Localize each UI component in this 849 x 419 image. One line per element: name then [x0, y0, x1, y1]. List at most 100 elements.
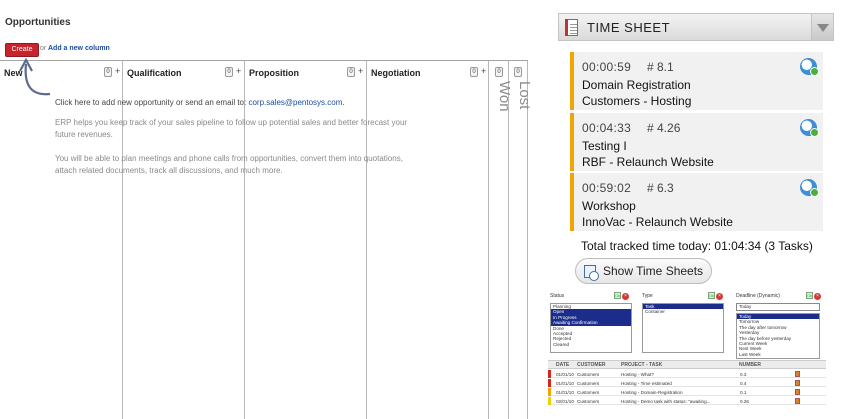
report-icon[interactable]: [795, 380, 800, 386]
help-text-line: Click here to add new opportunity or sen…: [55, 98, 249, 107]
priority-flag: [548, 397, 551, 405]
page-title: Opportunities: [5, 17, 71, 28]
row-number: 0.4: [740, 381, 747, 386]
opportunities-board: Opportunities Create or Add a new column…: [0, 0, 533, 419]
deadline-select[interactable]: Today: [736, 303, 820, 311]
report-icon[interactable]: [795, 389, 800, 395]
status-option[interactable]: Cleared: [551, 342, 631, 347]
report-icon[interactable]: [795, 371, 800, 377]
row-date: 01/01/10: [556, 390, 574, 395]
column-header-number[interactable]: NUMBER: [739, 362, 761, 368]
start-timer-icon[interactable]: [800, 119, 819, 137]
entry-task: Domain Registration: [582, 78, 691, 92]
column-header-customer[interactable]: CUSTOMER: [577, 362, 606, 368]
row-customer: Customers: [577, 372, 600, 377]
table-row[interactable]: 01/01/10 Customers Hosting - What? 0.3: [548, 370, 826, 378]
help-text-create: Click here to add new opportunity or sen…: [55, 97, 415, 109]
clear-filter-icon[interactable]: ×: [814, 293, 821, 300]
table-row[interactable]: 01/01/10 Customers Hosting - Time estima…: [548, 379, 826, 387]
row-number: 0.1: [740, 390, 747, 395]
entry-project: RBF - Relaunch Website: [582, 155, 714, 169]
deadline-filter-label: Deadline (Dynamic): [736, 293, 780, 299]
deadline-option[interactable]: Last Week: [737, 352, 819, 357]
or-text: or: [40, 45, 47, 52]
show-time-sheets-button[interactable]: Show Time Sheets: [575, 258, 712, 284]
table-row[interactable]: 01/01/10 Customers Hosting - Domain-Regi…: [548, 388, 826, 396]
column-header-qualification: Qualification: [127, 68, 182, 78]
row-number: 0.26: [740, 399, 749, 404]
row-customer: Customers: [577, 381, 600, 386]
column-count-badge: 0: [495, 67, 503, 77]
deadline-listbox[interactable]: Today Tomorrow The day after tomorrow Ye…: [736, 313, 820, 359]
column-count-badge: 0: [347, 67, 355, 77]
priority-flag: [548, 388, 551, 396]
add-opportunity-button[interactable]: +: [481, 66, 486, 76]
start-timer-icon[interactable]: [800, 58, 819, 76]
add-column-link[interactable]: Add a new column: [48, 45, 110, 52]
create-button[interactable]: Create: [5, 43, 39, 57]
column-count-badge: 0: [470, 67, 478, 77]
type-option[interactable]: Container: [643, 309, 723, 314]
column-header-proposition: Proposition: [249, 68, 299, 78]
entry-task: Testing I: [582, 139, 627, 153]
ok-button[interactable]: Ok: [806, 292, 813, 299]
column-new[interactable]: New 0 +: [0, 61, 123, 419]
add-opportunity-button[interactable]: +: [115, 66, 120, 76]
row-number: 0.3: [740, 372, 747, 377]
entry-number: # 8.1: [647, 60, 674, 74]
table-row[interactable]: 02/01/10 Customers Hosting - Demo task w…: [548, 397, 826, 405]
curved-arrow-icon: [19, 58, 51, 96]
ok-button[interactable]: Ok: [708, 292, 715, 299]
entry-task: Workshop: [582, 199, 636, 213]
clear-filter-icon[interactable]: ×: [622, 293, 629, 300]
column-won-folded[interactable]: 0 Won: [489, 61, 513, 419]
column-proposition[interactable]: Proposition 0 +: [245, 61, 367, 419]
timesheet-entry[interactable]: 00:00:59 # 8.1 Domain Registration Custo…: [570, 52, 823, 110]
row-customer: Customers: [577, 390, 600, 395]
entry-number: # 6.3: [647, 181, 674, 195]
help-text-features: You will be able to plan meetings and ph…: [55, 154, 403, 175]
total-tracked-time: Total tracked time today: 01:04:34 (3 Ta…: [581, 239, 813, 253]
row-task: Hosting - Time estimated: [621, 381, 672, 386]
ok-button[interactable]: Ok: [614, 292, 621, 299]
row-customer: Customers: [577, 399, 600, 404]
clear-filter-icon[interactable]: ×: [716, 293, 723, 300]
entry-duration: 00:04:33: [582, 121, 632, 135]
status-listbox[interactable]: Planning Open In Progress Awaiting Confi…: [550, 303, 632, 353]
row-date: 01/01/10: [556, 381, 574, 386]
priority-flag: [548, 379, 551, 387]
column-count-badge: 0: [514, 67, 522, 77]
entry-number: # 4.26: [647, 121, 681, 135]
show-time-sheets-label: Show Time Sheets: [603, 264, 704, 278]
report-icon[interactable]: [795, 398, 800, 404]
column-header-project-task[interactable]: PROJECT - TASK: [621, 362, 662, 368]
status-filter-label: Status: [550, 293, 565, 299]
priority-flag: [548, 370, 551, 378]
column-qualification[interactable]: Qualification 0 +: [123, 61, 245, 419]
row-date: 01/01/10: [556, 372, 574, 377]
timesheet-title: TIME SHEET: [587, 20, 671, 35]
timesheet-icon: [565, 19, 578, 36]
dropdown-toggle-button[interactable]: [811, 14, 833, 40]
type-filter-label: Type: [642, 293, 653, 299]
timesheet-entry[interactable]: 00:59:02 # 6.3 Workshop InnoVac - Relaun…: [570, 173, 823, 231]
help-text-pipeline: ERP helps you keep track of your sales p…: [55, 118, 408, 139]
column-negotiation[interactable]: Negotiation 0 +: [367, 61, 489, 419]
column-count-badge: 0: [104, 67, 112, 77]
timesheet-entry[interactable]: 00:04:33 # 4.26 Testing I RBF - Relaunch…: [570, 113, 823, 171]
entry-project: Customers - Hosting: [582, 94, 692, 108]
row-date: 02/01/10: [556, 399, 574, 404]
table-header: DATE CUSTOMER PROJECT - TASK NUMBER: [548, 360, 826, 369]
entry-duration: 00:00:59: [582, 60, 632, 74]
sales-email-link[interactable]: corp.sales@pentosys.com.: [248, 98, 344, 107]
timesheet-header: TIME SHEET: [558, 13, 834, 41]
add-opportunity-button[interactable]: +: [358, 66, 363, 76]
entry-duration: 00:59:02: [582, 181, 632, 195]
task-report-panel: Status Ok × Planning Open In Progress Awa…: [548, 291, 828, 419]
start-timer-icon[interactable]: [800, 179, 819, 197]
row-task: Hosting - Domain-Registration: [621, 390, 683, 395]
column-lost-folded[interactable]: 0 Lost: [509, 61, 533, 419]
column-header-date[interactable]: DATE: [556, 362, 569, 368]
type-listbox[interactable]: Task Container: [642, 303, 724, 353]
add-opportunity-button[interactable]: +: [236, 66, 241, 76]
